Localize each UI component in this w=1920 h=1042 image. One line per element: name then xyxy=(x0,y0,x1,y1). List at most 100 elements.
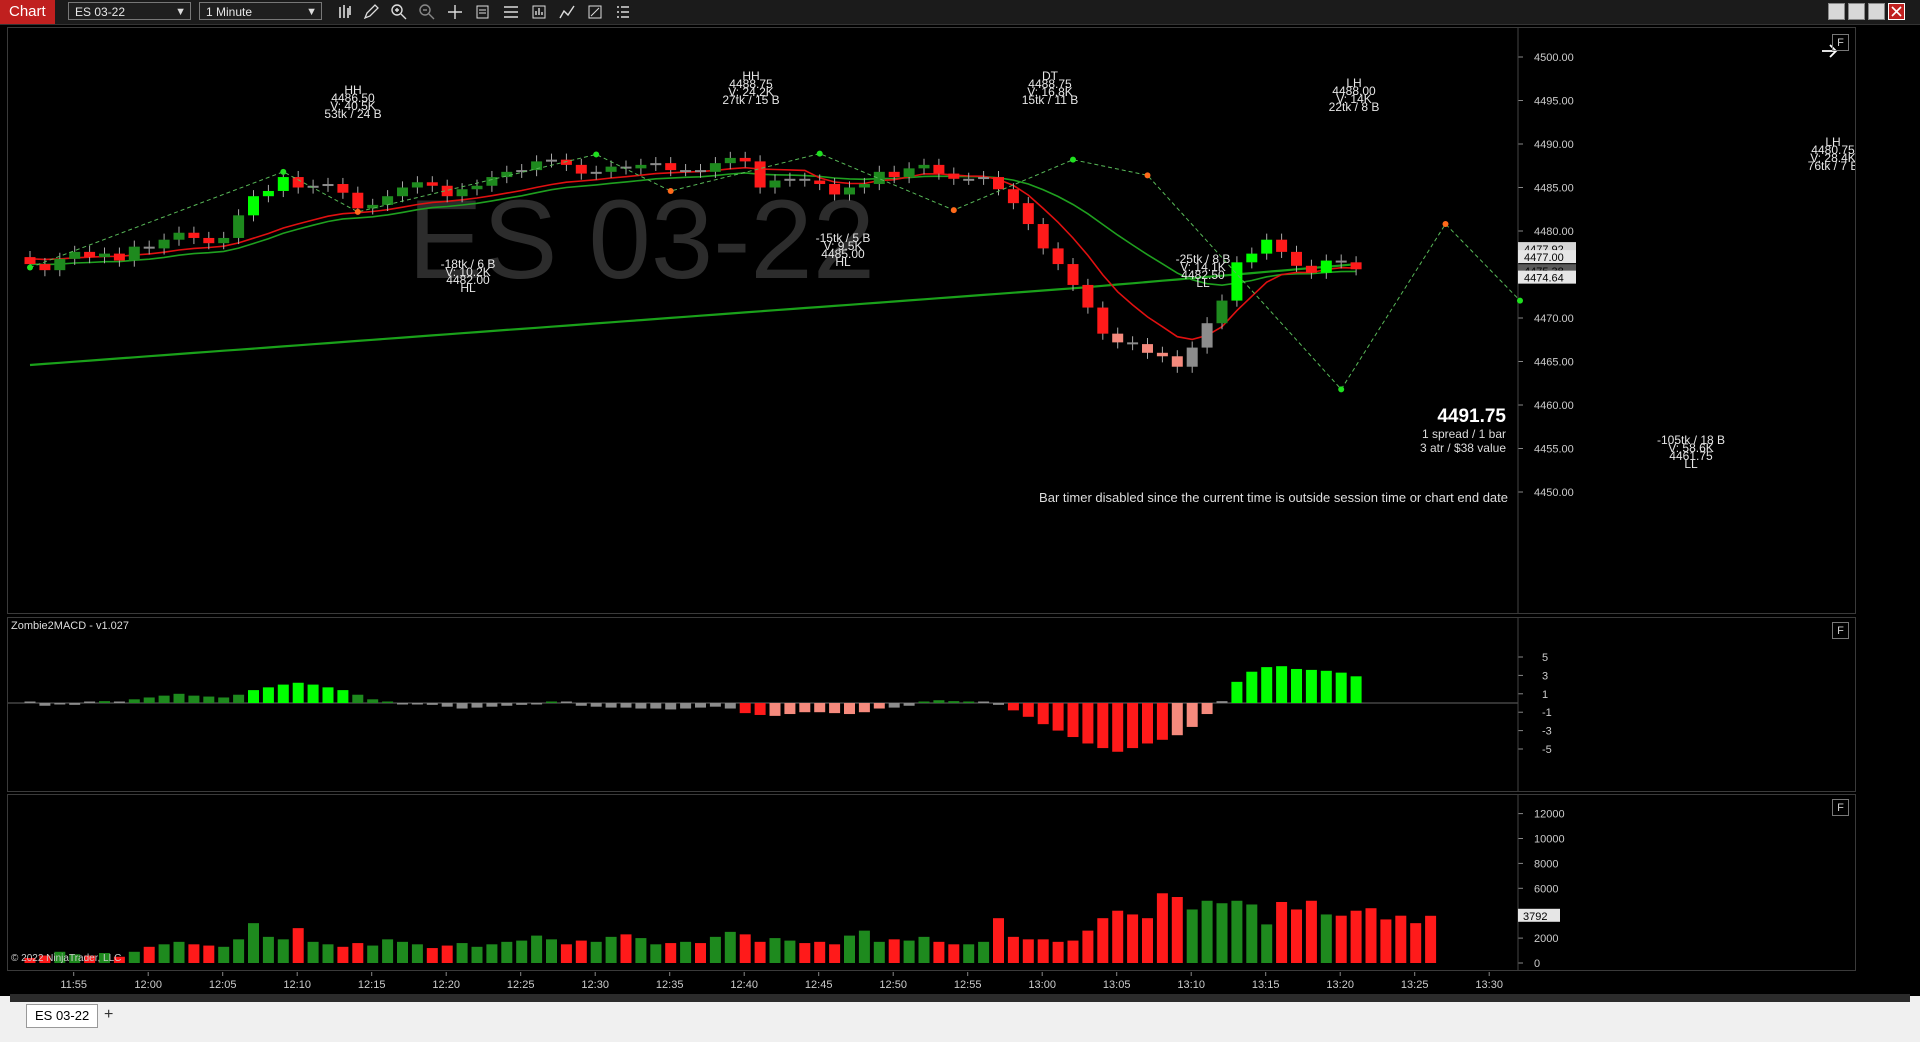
strategy-icon[interactable] xyxy=(530,3,548,21)
volume-bar xyxy=(367,945,379,963)
candle-body xyxy=(456,189,468,197)
candle-body xyxy=(814,180,826,185)
macd-histogram-bar xyxy=(233,694,245,703)
tab-es-03-22[interactable]: ES 03-22 xyxy=(26,1004,99,1028)
macd-histogram-bar xyxy=(337,690,349,703)
maximize-button[interactable] xyxy=(1868,3,1885,20)
macd-histogram-bar xyxy=(993,703,1004,705)
volume-bar xyxy=(1276,901,1288,963)
candle-body xyxy=(1082,284,1094,308)
interval-selector[interactable]: 1 Minute ▼ xyxy=(199,2,322,20)
panel-float-button[interactable]: F xyxy=(1832,622,1849,639)
macd-histogram-bar xyxy=(426,703,438,705)
swing-point xyxy=(1338,386,1345,393)
candle-body xyxy=(560,159,572,165)
macd-histogram-bar xyxy=(978,701,990,703)
price-chart[interactable]: ES 03-224500.004495.004490.004485.004480… xyxy=(8,28,1855,613)
macd-chart[interactable]: 5 3 1 -1 -3 -5 xyxy=(8,618,1855,791)
volume-bar xyxy=(844,935,855,963)
candle-body xyxy=(1052,248,1064,265)
swing-point xyxy=(1442,221,1449,228)
spread-note: 1 spread / 1 bar xyxy=(1422,427,1506,441)
macd-histogram-bar xyxy=(292,682,304,703)
macd-histogram-bar xyxy=(814,703,826,713)
candle-body xyxy=(54,258,66,271)
volume-chart[interactable]: 140001200010000800060004000200003792 xyxy=(8,795,1855,970)
volume-bar xyxy=(1246,904,1258,963)
panel-float-button[interactable]: F xyxy=(1832,799,1849,816)
zoom-out-icon[interactable] xyxy=(418,3,436,21)
swing-point xyxy=(593,151,600,158)
macd-histogram-bar xyxy=(829,703,841,714)
volume-bar xyxy=(248,923,259,963)
add-tab-button[interactable]: + xyxy=(104,1006,113,1024)
candle-body xyxy=(84,251,96,258)
candle-body xyxy=(948,173,960,179)
indicators-list-icon[interactable] xyxy=(614,3,632,21)
candle-body xyxy=(397,187,408,197)
drawing-tools-icon[interactable] xyxy=(558,3,576,21)
macd-histogram-bar xyxy=(858,703,870,713)
candle-body xyxy=(1261,239,1273,254)
pencil-icon[interactable] xyxy=(362,3,380,21)
chart-toolbar: Chart ES 03-22 ▼ 1 Minute ▼ xyxy=(0,0,1920,25)
volume-bar xyxy=(724,931,736,963)
macd-panel[interactable]: Zombie2MACD - v1.027 5 3 1 -1 -3 -5 F xyxy=(7,617,1856,792)
volume-bar xyxy=(903,940,915,963)
chevron-down-icon: ▼ xyxy=(175,6,186,18)
swing-point xyxy=(667,187,674,194)
bars-type-icon[interactable] xyxy=(336,3,354,21)
candle-body xyxy=(739,157,751,162)
app-title: Chart xyxy=(0,0,55,24)
macd-histogram-bar xyxy=(277,684,289,703)
volume-bar xyxy=(1007,936,1019,963)
panel-float-button[interactable]: F xyxy=(1832,34,1849,51)
price-tag-label: 4477.00 xyxy=(1524,252,1564,264)
macd-histogram-bar xyxy=(128,699,140,703)
candle-body xyxy=(1022,203,1034,225)
candle-body xyxy=(1186,347,1198,367)
macd-histogram-bar xyxy=(203,696,215,703)
macd-histogram-bar xyxy=(546,701,557,703)
x-axis-label: 13:00 xyxy=(1028,979,1056,991)
macd-histogram-bar xyxy=(307,684,319,703)
macd-histogram-bar xyxy=(769,703,781,716)
volume-bar xyxy=(426,948,438,963)
templates-icon[interactable] xyxy=(502,3,520,21)
close-button[interactable] xyxy=(1888,3,1905,20)
zoom-in-icon[interactable] xyxy=(390,3,408,21)
minimize-button[interactable] xyxy=(1848,3,1865,20)
horizontal-scrollbar[interactable] xyxy=(10,994,1910,1002)
volume-bar xyxy=(1186,909,1198,963)
x-axis-label: 12:25 xyxy=(507,979,535,991)
candle-body xyxy=(113,253,125,261)
volume-bar xyxy=(1335,915,1347,963)
volume-bar xyxy=(277,939,289,963)
volume-bar xyxy=(739,934,751,963)
x-axis-label: 11:55 xyxy=(60,979,87,991)
candle-body xyxy=(143,246,155,249)
crosshair-icon[interactable] xyxy=(446,3,464,21)
candle-body xyxy=(248,196,259,216)
price-panel[interactable]: ES 03-22 4500.00 4495.00 4490.00 4485.00 4480… xyxy=(7,27,1856,614)
volume-bar xyxy=(665,943,677,963)
candle-body xyxy=(188,232,200,238)
candle-body xyxy=(933,164,945,174)
data-box-icon[interactable] xyxy=(586,3,604,21)
candle-body xyxy=(277,177,289,191)
macd-histogram-bar xyxy=(24,701,36,703)
candle-body xyxy=(39,264,51,271)
macd-histogram-bar xyxy=(1097,703,1109,749)
instrument-selector[interactable]: ES 03-22 ▼ xyxy=(68,2,191,20)
swing-point xyxy=(1144,172,1151,179)
macd-histogram-bar xyxy=(113,701,125,703)
properties-icon[interactable] xyxy=(474,3,492,21)
candle-body xyxy=(1231,262,1243,301)
macd-histogram-bar xyxy=(918,701,930,703)
candle-body xyxy=(918,164,930,169)
chevron-down-icon: ▼ xyxy=(306,6,317,18)
volume-panel[interactable]: 140001200010000800060004000200003792 F ©… xyxy=(7,794,1856,971)
macd-histogram-bar xyxy=(605,703,617,708)
candle-body xyxy=(858,184,870,188)
tile-window-button[interactable] xyxy=(1828,3,1845,20)
